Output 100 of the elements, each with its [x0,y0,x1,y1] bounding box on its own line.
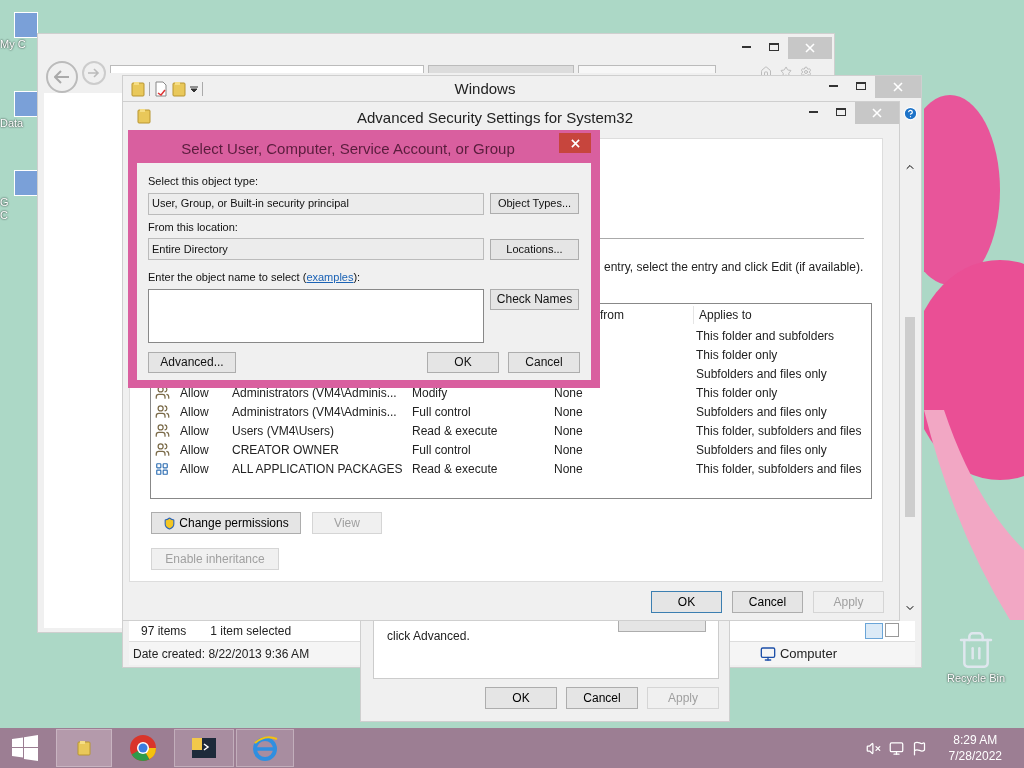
back-arrow-icon [54,70,70,84]
address-field[interactable] [110,65,424,73]
desktop-icon[interactable] [14,170,38,196]
computer-icon [759,645,776,662]
permission-row[interactable]: Allow CREATOR OWNER Full control None Subfolders and files only [151,440,871,459]
table-cell: This folder only [696,385,778,400]
windows-start-icon[interactable] [12,735,38,761]
column-header[interactable]: Applies to [694,306,871,324]
table-cell: Full control [412,442,471,457]
users-icon [155,385,170,400]
instruction-text: entry, select the entry and click Edit (if available). [604,259,865,276]
table-cell: Full control [412,404,471,419]
chrome-logo-icon [129,734,157,762]
table-cell: Administrators (VM4\Adminis... [232,404,397,419]
users-icon [155,442,170,457]
action-center-flag-icon[interactable] [911,740,927,756]
desktop-icon-label: Data [0,117,24,130]
home-icon[interactable] [760,66,772,78]
locations-button[interactable]: Locations... [490,238,579,260]
favorites-star-icon[interactable] [780,66,792,78]
dialog-button[interactable]: OK [651,591,722,613]
table-cell: Read & execute [412,461,498,476]
field-label: Select this object type: [148,174,260,189]
field-label: From this location: [148,219,239,235]
table-cell: This folder, subfolders and files [696,461,862,476]
tiles-view-button[interactable] [885,623,899,637]
advanced-hint-text: click Advanced. [387,628,470,645]
status-selection: 1 item selected [210,623,292,640]
examples-link[interactable]: examples [306,271,354,283]
permission-row[interactable]: Allow Users (VM4\Users) Read & execute None This folder, subfolders and files [151,421,871,440]
table-cell: None [554,423,583,438]
dialog-title: Select User, Computer, Service Account, or Group [180,139,516,159]
ok-button[interactable]: OK [427,351,499,373]
desktop-icon-label: C [0,209,8,222]
window-title: Advanced Security Settings for System32 [356,108,634,128]
table-cell: None [554,461,583,476]
clock[interactable]: 8:29 AM 7/28/2022 [948,732,1002,764]
users-icon [155,423,170,438]
desktop-icon-label: My C [0,38,26,51]
packages-icon [155,461,169,476]
ie-logo-icon [251,734,279,762]
close-icon [872,108,882,118]
table-cell: This folder, subfolders and files [696,423,862,438]
file-explorer-taskbar-button[interactable] [56,729,112,767]
table-cell: Read & execute [412,423,498,438]
desktop-icon-label: G [0,196,9,209]
dialog-button[interactable]: Cancel [566,687,638,709]
network-icon[interactable] [888,740,904,756]
desktop-icon[interactable] [14,12,38,38]
table-cell: None [554,442,583,457]
advanced-button[interactable]: Advanced... [148,351,236,373]
table-cell: Allow [180,404,209,419]
object-types-button[interactable]: Object Types... [490,193,579,214]
window-title: Windows [453,78,517,99]
table-cell: Users (VM4\Users) [232,423,334,438]
shield-icon [163,516,177,530]
close-icon [893,82,903,92]
table-cell: Allow [180,423,209,438]
folder-icon [131,81,145,97]
table-cell: Allow [180,442,209,457]
table-cell: None [554,385,583,400]
dialog-button[interactable]: OK [485,687,557,709]
object-type-field: User, Group, or Built-in security principal [148,192,484,215]
settings-icon[interactable] [800,66,812,78]
close-icon [805,43,815,53]
table-cell: CREATOR OWNER [232,442,339,457]
help-icon[interactable] [902,106,918,121]
desktop-icon[interactable] [14,91,38,117]
object-name-field[interactable] [148,288,484,343]
table-cell: None [554,404,583,419]
forward-button[interactable] [82,61,106,85]
change-permissions-button[interactable]: Change permissions [151,512,301,534]
dialog-button[interactable]: Cancel [732,591,803,613]
location-field: Entire Directory [148,238,484,260]
dropdown-caret-icon[interactable] [190,85,198,93]
table-cell: Administrators (VM4\Adminis... [232,385,397,400]
speaker-muted-icon[interactable] [865,740,881,756]
users-icon [155,404,170,419]
status-date-created: Date created: 8/22/2013 9:36 AM [133,645,310,663]
cancel-button[interactable]: Cancel [508,351,580,373]
check-names-button[interactable]: Check Names [490,288,579,310]
properties-icon[interactable] [154,81,168,97]
folder-icon [172,81,186,97]
table-cell: Subfolders and files only [696,442,827,457]
table-cell: Allow [180,385,209,400]
close-button[interactable] [559,133,591,153]
table-cell: Modify [412,385,448,400]
permission-row[interactable]: Allow Administrators (VM4\Adminis... Full control None Subfolders and files only [151,402,871,421]
close-icon [570,138,580,148]
table-cell: Subfolders and files only [696,404,827,419]
browser-tab[interactable] [578,65,716,73]
table-cell: Subfolders and files only [696,366,827,381]
permission-row[interactable]: Allow ALL APPLICATION PACKAGES Read & execute None This folder, subfolders and files [151,459,871,478]
status-location: Computer [779,644,837,663]
desktop-icon-label: Recycle Bin [946,671,1006,686]
details-view-button[interactable] [865,623,883,639]
terminal-taskbar-button[interactable] [174,729,234,767]
forward-arrow-icon [88,68,100,78]
clock-time: 8:29 AM [953,732,998,748]
table-cell: Allow [180,461,209,476]
